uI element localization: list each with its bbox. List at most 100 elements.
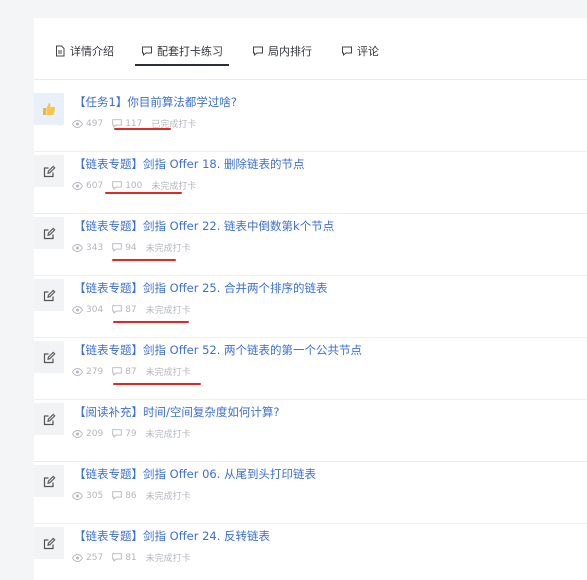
comment-count-value: 94 (125, 242, 137, 253)
comment-icon (253, 46, 263, 57)
list-item[interactable]: 【链表专题】剑指 Offer 22. 链表中倒数第k个节点 343 94 未完成… (34, 214, 587, 276)
comment-icon (112, 553, 122, 562)
comment-count-value: 86 (125, 490, 137, 501)
edit-icon (43, 165, 55, 177)
comment-count-value: 79 (125, 428, 137, 439)
lead-icon-box (34, 403, 64, 435)
edit-icon (43, 537, 55, 549)
item-title[interactable]: 【链表专题】剑指 Offer 22. 链表中倒数第k个节点 (74, 218, 334, 234)
list-item[interactable]: 【链表专题】剑指 Offer 24. 反转链表 257 81 未完成打卡 (34, 524, 587, 580)
item-meta: 305 86 未完成打卡 (72, 489, 200, 502)
comment-icon (112, 181, 122, 190)
item-title[interactable]: 【链表专题】剑指 Offer 25. 合并两个排序的链表 (74, 280, 328, 296)
lead-icon-box (34, 155, 64, 187)
eye-icon (72, 119, 83, 128)
lead-icon-box (34, 93, 64, 125)
annotation-underline (112, 259, 176, 261)
item-title[interactable]: 【任务1】你目前算法都学过啥? (74, 94, 237, 110)
active-tab-indicator (135, 64, 229, 66)
item-title[interactable]: 【链表专题】剑指 Offer 52. 两个链表的第一个公共节点 (74, 342, 362, 358)
comment-icon (342, 46, 352, 57)
comment-count-value: 100 (125, 180, 143, 191)
tab-practice[interactable]: 配套打卡练习 (135, 40, 229, 66)
comment-icon (112, 305, 122, 314)
comment-count: 117 (112, 119, 142, 129)
comment-icon (142, 46, 152, 57)
comment-count: 87 (112, 366, 137, 377)
checkin-status: 未完成打卡 (145, 430, 191, 440)
eye-icon (72, 181, 83, 190)
item-title[interactable]: 【阅读补充】时间/空间复杂度如何计算? (74, 404, 279, 420)
comment-count: 86 (112, 490, 137, 501)
eye-icon (72, 429, 83, 438)
item-meta: 304 87 未完成打卡 (72, 303, 200, 316)
comment-icon (112, 119, 122, 128)
item-title[interactable]: 【链表专题】剑指 Offer 24. 反转链表 (74, 528, 270, 544)
list-item[interactable]: 【链表专题】剑指 Offer 25. 合并两个排序的链表 304 87 未完成打… (34, 276, 587, 338)
item-meta: 257 81 未完成打卡 (72, 551, 200, 564)
list-item[interactable]: 【链表专题】剑指 Offer 06. 从尾到头打印链表 305 86 未完成打卡 (34, 462, 587, 524)
tab-details[interactable]: 详情介绍 (54, 40, 114, 62)
edit-icon (43, 227, 55, 239)
list-item[interactable]: 【阅读补充】时间/空间复杂度如何计算? 209 79 未完成打卡 (34, 400, 587, 462)
tab-label: 评论 (357, 45, 379, 58)
comment-count: 79 (112, 428, 137, 439)
lead-icon-box (34, 341, 64, 373)
eye-icon (72, 553, 83, 562)
comment-count: 100 (112, 181, 142, 191)
item-meta: 279 87 未完成打卡 (72, 365, 200, 378)
view-count-value: 497 (86, 118, 104, 129)
lead-icon-box (34, 217, 64, 249)
item-meta: 607 100 未完成打卡 (72, 179, 205, 192)
view-count: 343 (72, 243, 103, 253)
comment-count-value: 87 (125, 366, 137, 377)
view-count-value: 305 (86, 490, 104, 501)
list-item[interactable]: 【链表专题】剑指 Offer 52. 两个链表的第一个公共节点 279 87 未… (34, 338, 587, 400)
document-icon (56, 45, 65, 57)
checkin-status: 未完成打卡 (145, 368, 191, 378)
comment-count-value: 81 (125, 552, 137, 563)
view-count: 209 (72, 429, 103, 439)
item-title[interactable]: 【链表专题】剑指 Offer 18. 删除链表的节点 (74, 156, 305, 172)
comment-count: 87 (112, 304, 137, 315)
view-count: 497 (72, 119, 103, 129)
checkin-status: 未完成打卡 (145, 492, 191, 502)
checkin-status: 未完成打卡 (151, 182, 197, 192)
view-count: 279 (72, 367, 103, 377)
annotation-underline (114, 128, 171, 130)
view-count: 305 (72, 491, 103, 501)
comment-icon (112, 491, 122, 500)
tab-label: 详情介绍 (70, 45, 114, 58)
item-title[interactable]: 【链表专题】剑指 Offer 06. 从尾到头打印链表 (74, 466, 316, 482)
checkin-status: 未完成打卡 (145, 306, 191, 316)
content-card: 详情介绍 配套打卡练习 局内排行 评论 【任务1】你目前算法都学过啥? 497 (34, 18, 587, 580)
tab-bar: 详情介绍 配套打卡练习 局内排行 评论 (34, 18, 587, 80)
eye-icon (72, 491, 83, 500)
edit-icon (43, 289, 55, 301)
view-count-value: 257 (86, 552, 104, 563)
view-count-value: 279 (86, 366, 104, 377)
comment-icon (112, 367, 122, 376)
list-item[interactable]: 【链表专题】剑指 Offer 18. 删除链表的节点 607 100 未完成打卡 (34, 152, 587, 214)
comment-icon (112, 429, 122, 438)
item-meta: 209 79 未完成打卡 (72, 427, 200, 440)
tab-comments[interactable]: 评论 (341, 40, 379, 62)
comment-count-value: 87 (125, 304, 137, 315)
tab-label: 局内排行 (268, 45, 312, 58)
comment-count-value: 117 (125, 118, 143, 129)
eye-icon (72, 243, 83, 252)
view-count-value: 304 (86, 304, 104, 315)
view-count-value: 343 (86, 242, 104, 253)
view-count-value: 607 (86, 180, 104, 191)
tab-label: 配套打卡练习 (157, 45, 223, 58)
view-count-value: 209 (86, 428, 104, 439)
item-meta: 343 94 未完成打卡 (72, 241, 200, 254)
edit-icon (43, 475, 55, 487)
edit-icon (43, 351, 55, 363)
annotation-underline (105, 192, 182, 194)
view-count: 304 (72, 305, 103, 315)
checkin-status: 未完成打卡 (145, 554, 191, 564)
lead-icon-box (34, 279, 64, 311)
list-item[interactable]: 【任务1】你目前算法都学过啥? 497 117 已完成打卡 (34, 90, 587, 152)
tab-ranking[interactable]: 局内排行 (252, 40, 312, 62)
